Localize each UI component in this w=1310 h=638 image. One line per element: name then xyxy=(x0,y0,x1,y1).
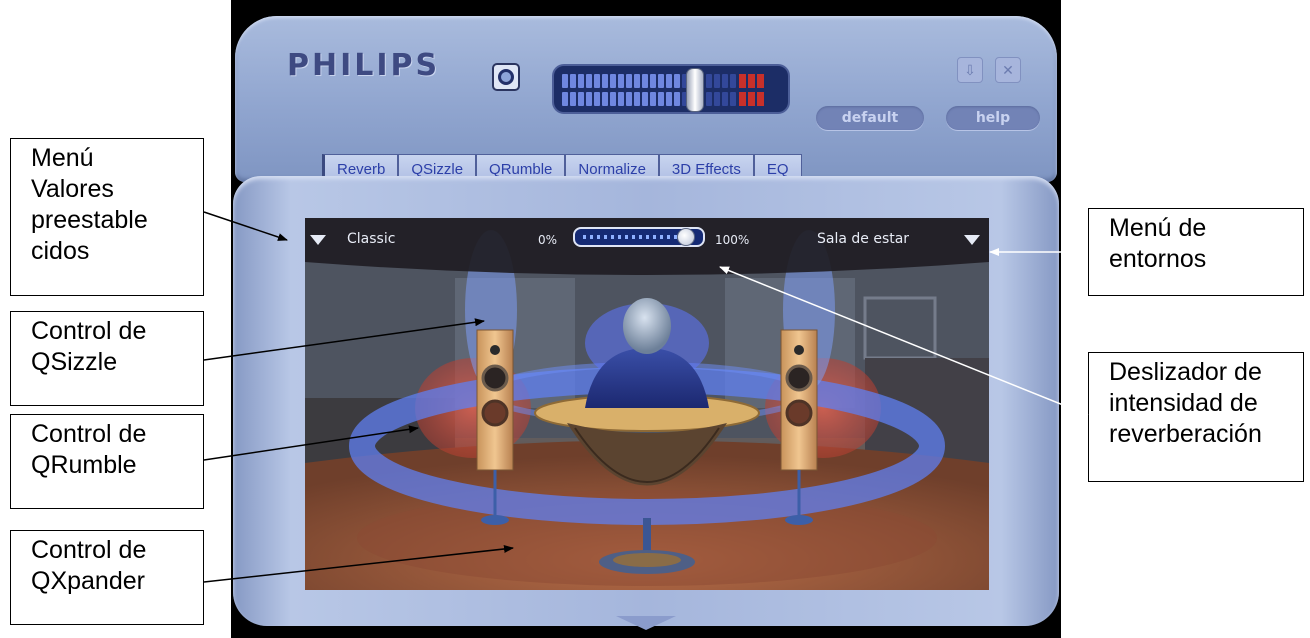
volume-segment xyxy=(674,74,680,88)
expand-arrow-icon[interactable] xyxy=(616,616,676,630)
volume-segment xyxy=(706,74,712,88)
callout-reverb-text: Deslizador de intensidad de reverberació… xyxy=(1109,358,1262,448)
minimize-button[interactable]: ⇩ xyxy=(957,57,983,83)
volume-segment xyxy=(730,92,736,106)
callout-presets-text: Menú Valores preestable cidos xyxy=(31,144,148,265)
volume-segment xyxy=(714,74,720,88)
volume-segment xyxy=(618,92,624,106)
volume-segment xyxy=(658,74,664,88)
settings-icon xyxy=(498,69,514,85)
volume-segment xyxy=(586,92,592,106)
philips-audio-window: PHILIPS default help ⇩ ✕ Reverb QSizzle … xyxy=(231,0,1061,638)
volume-segment xyxy=(626,74,632,88)
callout-reverb: Deslizador de intensidad de reverberació… xyxy=(1088,352,1304,482)
close-icon: ✕ xyxy=(1002,61,1014,78)
volume-segment xyxy=(618,74,624,88)
scene-topbar: Classic 0% 100% Sala de estar xyxy=(305,218,989,266)
volume-segment xyxy=(610,74,616,88)
top-control-panel: PHILIPS default help ⇩ ✕ Reverb QSizzle … xyxy=(235,16,1057,184)
volume-track-bottom xyxy=(562,92,736,106)
room-illustration xyxy=(305,218,989,590)
reverb-min-label: 0% xyxy=(538,233,558,247)
volume-segment xyxy=(626,92,632,106)
close-button[interactable]: ✕ xyxy=(995,57,1021,83)
volume-segment xyxy=(594,74,600,88)
volume-segment xyxy=(666,74,672,88)
volume-segment xyxy=(658,92,664,106)
volume-segment xyxy=(562,74,568,88)
volume-segment xyxy=(586,74,592,88)
volume-segment xyxy=(714,92,720,106)
callout-qsizzle: Control de QSizzle xyxy=(10,311,204,406)
volume-segment xyxy=(570,92,576,106)
volume-segment xyxy=(634,74,640,88)
preset-menu[interactable]: Classic xyxy=(347,231,395,247)
callout-qrumble-text: Control de QRumble xyxy=(31,420,147,479)
callout-qsizzle-text: Control de QSizzle xyxy=(31,317,147,376)
volume-segment xyxy=(578,92,584,106)
volume-segment xyxy=(650,92,656,106)
volume-segment xyxy=(634,92,640,106)
volume-handle[interactable] xyxy=(686,68,704,112)
triangle-down-icon[interactable] xyxy=(310,235,326,245)
volume-segment xyxy=(722,92,728,106)
callout-environments-text: Menú de entornos xyxy=(1109,214,1207,273)
callout-environments: Menú de entornos xyxy=(1088,208,1304,296)
settings-button[interactable] xyxy=(492,63,520,91)
default-button[interactable]: default xyxy=(816,106,924,130)
triangle-down-icon[interactable] xyxy=(964,235,980,245)
volume-segment xyxy=(610,92,616,106)
reverb-intensity-slider[interactable] xyxy=(573,227,705,247)
minimize-icon: ⇩ xyxy=(964,61,976,78)
reverb-slider-track xyxy=(583,235,691,239)
volume-segment xyxy=(650,74,656,88)
volume-segment xyxy=(602,92,608,106)
reverb-panel: Classic 0% 100% Sala de estar xyxy=(233,176,1059,626)
volume-segment xyxy=(642,74,648,88)
callout-presets: Menú Valores preestable cidos xyxy=(10,138,204,296)
volume-track-top xyxy=(562,74,736,88)
volume-peak-bottom xyxy=(739,92,764,106)
volume-segment xyxy=(562,92,568,106)
volume-segment xyxy=(730,74,736,88)
callout-qxpander: Control de QXpander xyxy=(10,530,204,625)
reverb-max-label: 100% xyxy=(715,233,750,247)
volume-slider[interactable] xyxy=(552,64,790,114)
reverb-slider-knob[interactable] xyxy=(677,228,695,246)
volume-segment xyxy=(642,92,648,106)
callout-qxpander-text: Control de QXpander xyxy=(31,536,147,595)
volume-segment xyxy=(602,74,608,88)
volume-segment xyxy=(674,92,680,106)
environment-menu[interactable]: Sala de estar xyxy=(817,231,909,247)
volume-segment xyxy=(666,92,672,106)
callout-qrumble: Control de QRumble xyxy=(10,414,204,509)
volume-segment xyxy=(594,92,600,106)
volume-segment xyxy=(706,92,712,106)
volume-segment xyxy=(722,74,728,88)
volume-segment xyxy=(570,74,576,88)
room-scene: Classic 0% 100% Sala de estar xyxy=(305,218,989,590)
philips-logo: PHILIPS xyxy=(287,48,441,83)
volume-peak-top xyxy=(739,74,764,88)
help-button[interactable]: help xyxy=(946,106,1040,130)
volume-segment xyxy=(578,74,584,88)
